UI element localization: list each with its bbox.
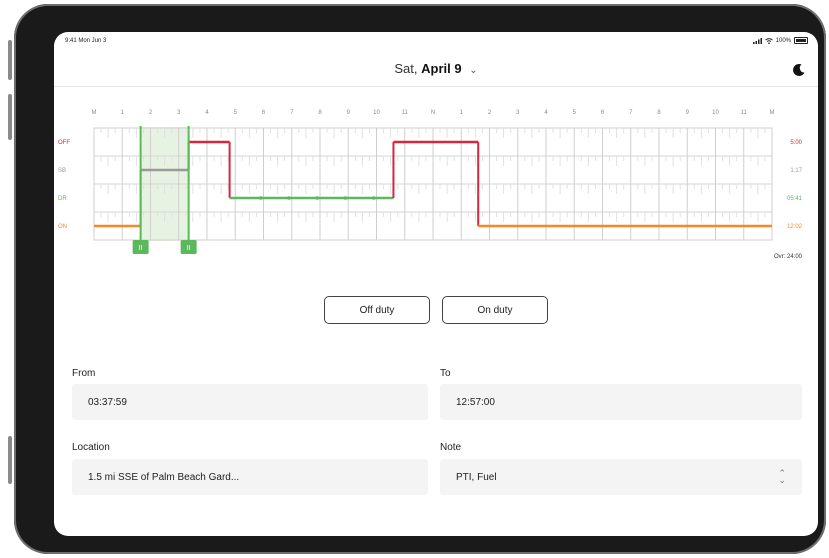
driving-dot [315, 196, 319, 200]
hour-label: 10 [712, 110, 719, 116]
hour-label: 10 [373, 110, 380, 116]
hour-label: 1 [121, 110, 125, 116]
title-bar: Sat, April 9 ⌄ [54, 56, 818, 87]
hour-label: 2 [488, 110, 492, 116]
hour-label: 9 [347, 110, 351, 116]
status-label-on: ON [58, 224, 67, 230]
handle-grip-icon: II [139, 245, 143, 252]
hour-label: M [770, 110, 775, 116]
hardware-button-middle [8, 94, 12, 140]
hour-label: 8 [657, 110, 661, 116]
hour-label: 7 [629, 110, 633, 116]
hour-label: 2 [149, 110, 153, 116]
battery-icon [794, 37, 808, 44]
status-total-sb: 1:17 [790, 168, 802, 174]
status-total-dr: 05:41 [787, 196, 803, 202]
hour-label: 11 [741, 110, 748, 116]
note-value: PTI, Fuel [456, 471, 497, 483]
status-total-off: 5:00 [790, 140, 802, 146]
hour-label: M [92, 110, 97, 116]
overall-total: Ovr: 24:00 [774, 254, 803, 260]
screen: 9:41 Mon Jun 3 100% Sat, April 9 ⌄ M 1 2… [54, 32, 818, 536]
date-selector[interactable]: Sat, April 9 ⌄ [54, 61, 818, 76]
note-label: Note [440, 442, 462, 453]
signal-icon [752, 37, 762, 44]
hour-label: 8 [318, 110, 322, 116]
moon-icon[interactable] [792, 63, 806, 77]
driving-dot [371, 196, 376, 200]
from-value: 03:37:59 [88, 396, 127, 408]
wifi-icon [764, 37, 773, 44]
status-label-sb: SB [58, 168, 66, 174]
from-field[interactable]: 03:37:59 [72, 384, 428, 420]
hour-label: 7 [290, 110, 294, 116]
location-value: 1.5 mi SSE of Palm Beach Gard... [88, 471, 240, 483]
hour-label: 1 [460, 110, 464, 116]
location-label: Location [72, 442, 110, 453]
from-label: From [72, 368, 96, 379]
driving-dot [343, 196, 348, 200]
to-field[interactable]: 12:57:00 [440, 384, 802, 420]
hour-label: N [431, 110, 435, 116]
off-duty-button[interactable]: Off duty [324, 296, 430, 324]
duty-status-chart: M 1 2 3 4 5 6 7 8 9 10 11 N 1 2 3 4 5 6 7 8 9 10 11 M OFF 5:00 SB 1:… [54, 102, 818, 272]
status-total-on: 12:02 [787, 224, 803, 230]
status-time: 9:41 Mon Jun 3 [65, 38, 107, 44]
hardware-button-bottom [8, 436, 12, 484]
chevron-up-down-icon: ⌃ ⌄ [778, 468, 786, 485]
tablet-frame: 9:41 Mon Jun 3 100% Sat, April 9 ⌄ M 1 2… [8, 4, 826, 554]
location-field[interactable]: 1.5 mi SSE of Palm Beach Gard... [72, 459, 428, 495]
hour-label: 5 [573, 110, 577, 116]
hour-label: 5 [234, 110, 238, 116]
hour-label: 3 [177, 110, 181, 116]
hour-label: 11 [402, 110, 409, 116]
note-select[interactable]: PTI, Fuel ⌃ ⌄ [440, 459, 802, 495]
driving-dot [287, 196, 291, 200]
on-duty-button[interactable]: On duty [442, 296, 548, 324]
date-value: April 9 [421, 61, 462, 76]
battery-percent: 100% [775, 37, 791, 44]
hour-label: 6 [601, 110, 605, 116]
hour-label: 9 [686, 110, 690, 116]
status-indicators: 100% [752, 37, 808, 44]
to-value: 12:57:00 [456, 396, 495, 408]
handle-grip-icon: II [187, 245, 191, 252]
hour-label: 6 [262, 110, 266, 116]
driving-dot [258, 196, 263, 200]
hour-label: 4 [544, 110, 548, 116]
hardware-button-top [8, 40, 12, 80]
to-label: To [440, 368, 451, 379]
hour-label: 3 [516, 110, 520, 116]
status-bar: 9:41 Mon Jun 3 100% [54, 32, 818, 50]
status-label-off: OFF [58, 140, 70, 146]
status-label-dr: DR [58, 196, 67, 202]
hour-label: 4 [205, 110, 209, 116]
date-weekday: Sat, [394, 61, 418, 76]
duty-graph-svg: M 1 2 3 4 5 6 7 8 9 10 11 N 1 2 3 4 5 6 7 8 9 10 11 M OFF 5:00 SB 1:… [58, 110, 803, 260]
chevron-down-icon: ⌄ [469, 65, 478, 76]
